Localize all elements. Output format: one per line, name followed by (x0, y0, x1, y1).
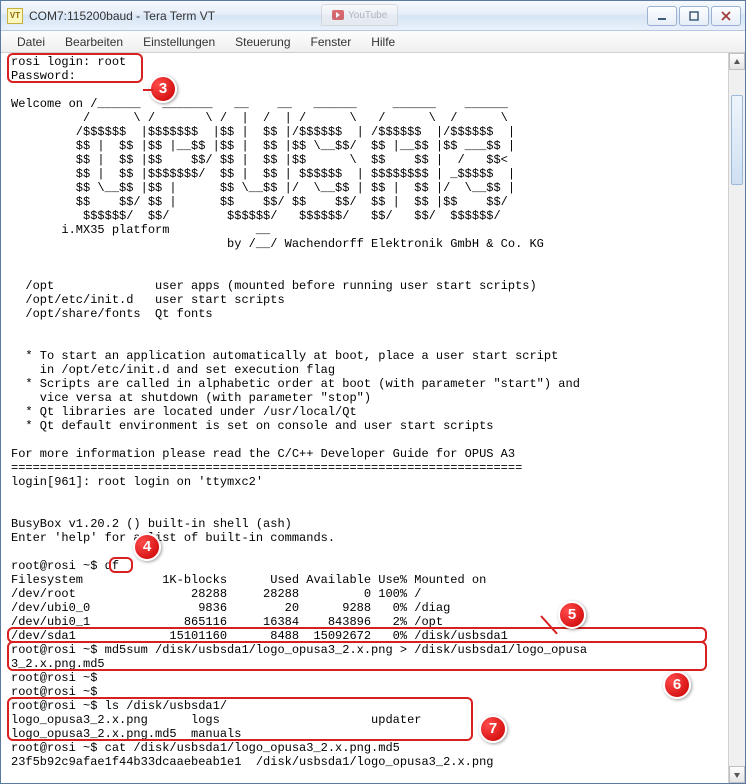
app-window: VT COM7:115200baud - Tera Term VT YouTub… (0, 0, 746, 784)
menu-bearbeiten[interactable]: Bearbeiten (55, 33, 133, 51)
minimize-button[interactable] (647, 6, 677, 26)
chevron-down-icon (733, 771, 741, 779)
terminal-output[interactable]: rosi login: root Password: Welcome on /_… (1, 53, 745, 773)
app-icon: VT (7, 8, 23, 24)
background-tab-strip: YouTube (321, 4, 398, 26)
titlebar[interactable]: VT COM7:115200baud - Tera Term VT YouTub… (1, 1, 745, 31)
menu-datei[interactable]: Datei (7, 33, 55, 51)
menu-einstellungen[interactable]: Einstellungen (133, 33, 225, 51)
youtube-icon (332, 10, 344, 20)
close-icon (721, 11, 731, 21)
window-buttons (647, 6, 741, 26)
minimize-icon (657, 11, 667, 21)
background-tab: YouTube (321, 4, 398, 26)
maximize-button[interactable] (679, 6, 709, 26)
menu-steuerung[interactable]: Steuerung (225, 33, 300, 51)
terminal-client-area: rosi login: root Password: Welcome on /_… (1, 53, 745, 783)
maximize-icon (689, 11, 699, 21)
background-tab-label: YouTube (348, 10, 387, 21)
scrollbar-track[interactable] (729, 70, 745, 766)
menu-hilfe[interactable]: Hilfe (361, 33, 405, 51)
scroll-down-button[interactable] (729, 766, 745, 783)
menu-fenster[interactable]: Fenster (301, 33, 362, 51)
close-button[interactable] (711, 6, 741, 26)
chevron-up-icon (733, 58, 741, 66)
menubar: Datei Bearbeiten Einstellungen Steuerung… (1, 31, 745, 53)
vertical-scrollbar[interactable] (728, 53, 745, 783)
scroll-up-button[interactable] (729, 53, 745, 70)
scrollbar-thumb[interactable] (731, 95, 743, 185)
